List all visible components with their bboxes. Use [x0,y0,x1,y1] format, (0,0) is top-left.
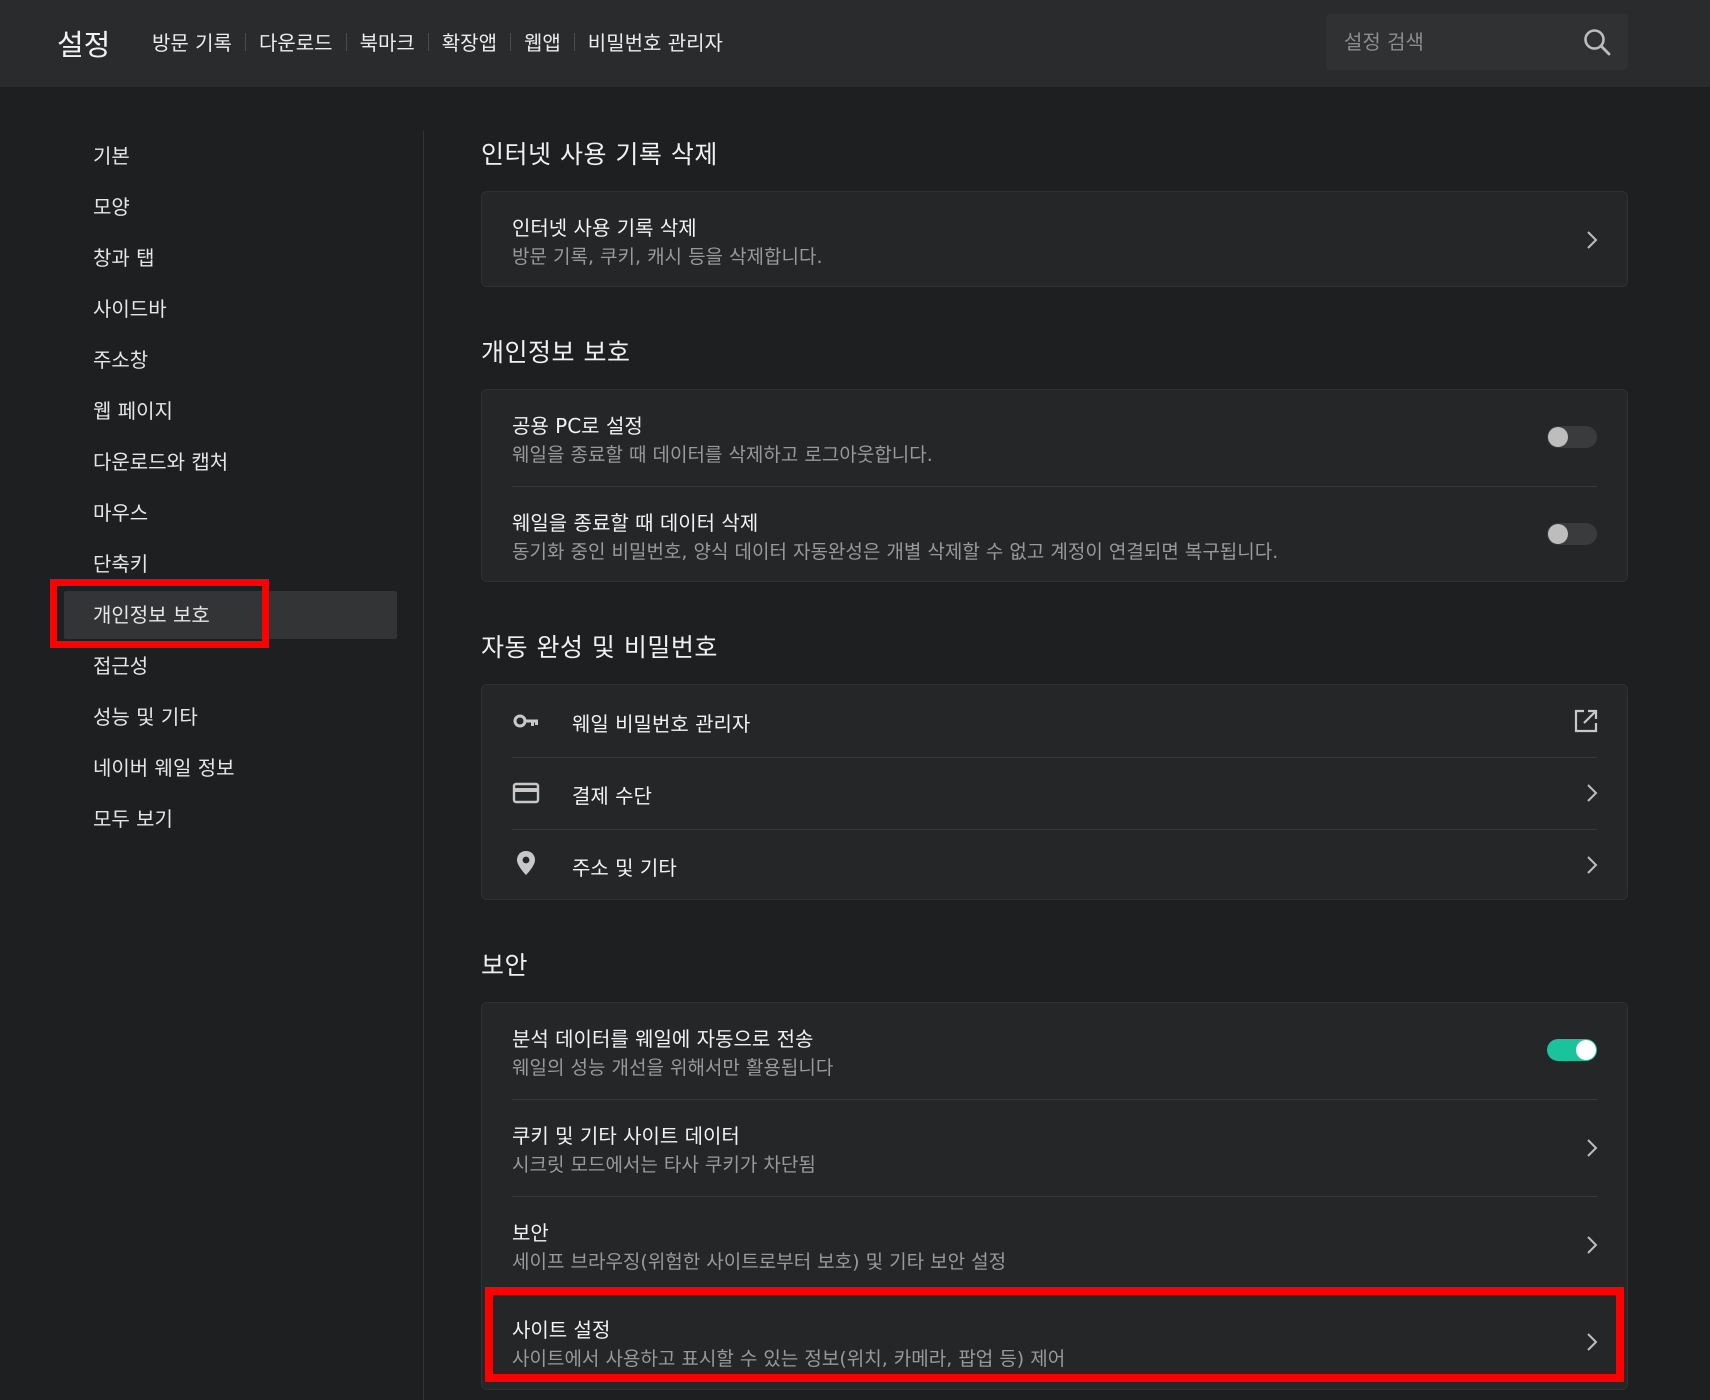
external-link-icon [1574,709,1598,733]
row-subtitle: 세이프 브라우징(위험한 사이트로부터 보호) 및 기타 보안 설정 [512,1251,1007,1273]
card-clear-history: 인터넷 사용 기록 삭제 방문 기록, 쿠키, 캐시 등을 삭제합니다. [481,191,1628,287]
row-title: 공용 PC로 설정 [512,414,643,438]
row-subtitle: 시크릿 모드에서는 타사 쿠키가 차단됨 [512,1154,816,1176]
nav-downloads[interactable]: 다운로드 [259,27,333,56]
row-label: 결제 수단 [572,784,652,808]
nav-separator [573,32,575,51]
sidebar-item-privacy[interactable]: 개인정보 보호 [64,591,397,639]
row-label: 웨일 비밀번호 관리자 [572,712,751,736]
public-pc-row: 공용 PC로 설정 웨일을 종료할 때 데이터를 삭제하고 로그아웃합니다. [482,390,1627,486]
section-title-clear-history: 인터넷 사용 기록 삭제 [481,140,718,169]
row-title: 사이트 설정 [512,1318,611,1342]
card-autofill: 웨일 비밀번호 관리자 결제 수단 주소 및 기타 [481,684,1628,900]
address-row[interactable]: 주소 및 기타 [482,829,1627,901]
password-manager-row[interactable]: 웨일 비밀번호 관리자 [482,685,1627,757]
section-title-autofill: 자동 완성 및 비밀번호 [481,633,718,662]
nav-separator [509,32,511,51]
page-title: 설정 [57,28,111,62]
sidebar-item-address-bar[interactable]: 주소창 [64,336,397,384]
row-title: 분석 데이터를 웨일에 자동으로 전송 [512,1027,814,1051]
nav-password-manager[interactable]: 비밀번호 관리자 [588,27,723,56]
location-pin-icon [517,851,535,875]
clear-on-exit-row: 웨일을 종료할 때 데이터 삭제 동기화 중인 비밀번호, 양식 데이터 자동완… [482,487,1627,583]
sidebar-item-view-all[interactable]: 모두 보기 [64,795,397,843]
sidebar-item-sidebar[interactable]: 사이드바 [64,285,397,333]
clear-on-exit-toggle[interactable] [1547,523,1597,545]
sidebar-item-shortcuts[interactable]: 단축키 [64,540,397,588]
search-input[interactable] [1344,26,1564,58]
top-nav: 방문 기록 다운로드 북마크 확장앱 웹앱 비밀번호 관리자 [152,27,723,56]
chevron-right-icon [1587,856,1598,874]
toggle-knob [1548,427,1568,447]
row-subtitle: 동기화 중인 비밀번호, 양식 데이터 자동완성은 개별 삭제할 수 없고 계정… [512,541,1279,563]
settings-search [1326,14,1628,70]
nav-separator [244,32,246,51]
nav-bookmarks[interactable]: 북마크 [360,27,415,56]
sidebar-item-windows-tabs[interactable]: 창과 탭 [64,234,397,282]
nav-webapps[interactable]: 웹앱 [524,27,561,56]
row-subtitle: 사이트에서 사용하고 표시할 수 있는 정보(위치, 카메라, 팝업 등) 제어 [512,1348,1066,1370]
row-subtitle: 웨일의 성능 개선을 위해서만 활용됩니다 [512,1057,834,1079]
sidebar-item-download-capture[interactable]: 다운로드와 캡처 [64,438,397,486]
section-title-privacy: 개인정보 보호 [481,338,631,367]
toggle-knob [1576,1040,1596,1060]
public-pc-toggle[interactable] [1547,426,1597,448]
sidebar-item-web-page[interactable]: 웹 페이지 [64,387,397,435]
nav-history[interactable]: 방문 기록 [152,27,232,56]
sidebar-item-accessibility[interactable]: 접근성 [64,642,397,690]
key-icon [513,714,538,728]
sidebar-item-mouse[interactable]: 마우스 [64,489,397,537]
card-security: 분석 데이터를 웨일에 자동으로 전송 웨일의 성능 개선을 위해서만 활용됩니… [481,1002,1628,1390]
sidebar-divider [423,131,424,1400]
row-title: 보안 [512,1221,549,1245]
section-title-security: 보안 [481,951,529,980]
chevron-right-icon [1587,231,1598,249]
analytics-row: 분석 데이터를 웨일에 자동으로 전송 웨일의 성능 개선을 위해서만 활용됩니… [482,1003,1627,1099]
cookies-row[interactable]: 쿠키 및 기타 사이트 데이터 시크릿 모드에서는 타사 쿠키가 차단됨 [482,1100,1627,1196]
nav-extensions[interactable]: 확장앱 [442,27,497,56]
chevron-right-icon [1587,1333,1598,1351]
search-icon[interactable] [1582,27,1612,57]
site-settings-row[interactable]: 사이트 설정 사이트에서 사용하고 표시할 수 있는 정보(위치, 카메라, 팝… [482,1294,1627,1390]
chevron-right-icon [1587,784,1598,802]
row-subtitle: 웨일을 종료할 때 데이터를 삭제하고 로그아웃합니다. [512,444,933,466]
card-privacy: 공용 PC로 설정 웨일을 종료할 때 데이터를 삭제하고 로그아웃합니다. 웨… [481,389,1628,582]
sidebar-item-basic[interactable]: 기본 [64,132,397,180]
sidebar-item-appearance[interactable]: 모양 [64,183,397,231]
clear-history-row[interactable]: 인터넷 사용 기록 삭제 방문 기록, 쿠키, 캐시 등을 삭제합니다. [482,192,1627,288]
row-subtitle: 방문 기록, 쿠키, 캐시 등을 삭제합니다. [512,246,823,268]
nav-separator [345,32,347,51]
nav-separator [427,32,429,51]
top-bar: 설정 방문 기록 다운로드 북마크 확장앱 웹앱 비밀번호 관리자 [0,0,1710,87]
sidebar-item-performance[interactable]: 성능 및 기타 [64,693,397,741]
row-title: 웨일을 종료할 때 데이터 삭제 [512,511,759,535]
row-title: 쿠키 및 기타 사이트 데이터 [512,1124,740,1148]
chevron-right-icon [1587,1139,1598,1157]
credit-card-icon [512,782,540,804]
row-title: 인터넷 사용 기록 삭제 [512,216,697,240]
chevron-right-icon [1587,1236,1598,1254]
sidebar: 기본 모양 창과 탭 사이드바 주소창 웹 페이지 다운로드와 캡처 마우스 단… [0,87,424,1400]
payment-row[interactable]: 결제 수단 [482,757,1627,829]
sidebar-item-about[interactable]: 네이버 웨일 정보 [64,744,397,792]
analytics-toggle[interactable] [1547,1039,1597,1061]
security-settings-row[interactable]: 보안 세이프 브라우징(위험한 사이트로부터 보호) 및 기타 보안 설정 [482,1197,1627,1293]
toggle-knob [1548,524,1568,544]
row-label: 주소 및 기타 [572,856,677,880]
